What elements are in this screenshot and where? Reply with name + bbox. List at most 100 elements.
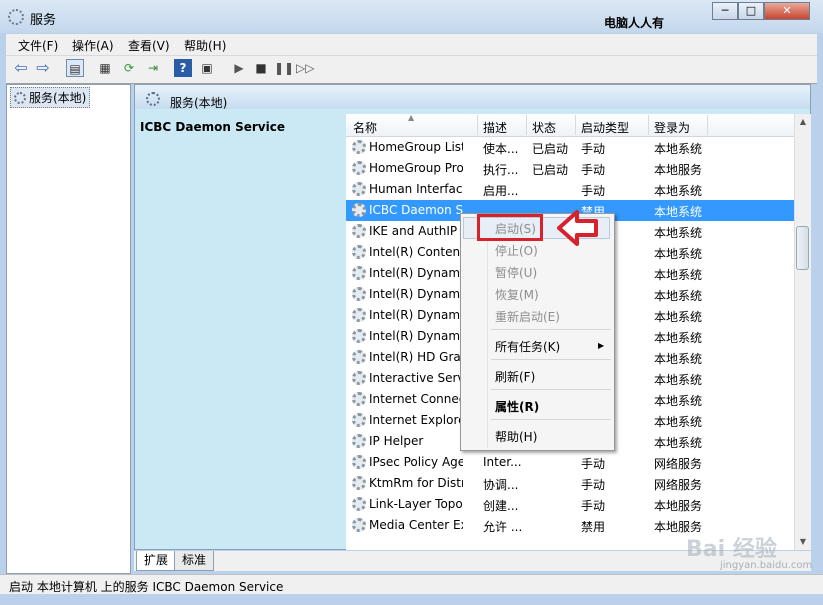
annotation-highlight-box — [477, 214, 543, 241]
cell-logon-as: 本地服务 — [654, 499, 703, 513]
cell-startup-type: 手动 — [581, 457, 606, 471]
menu-item-pause[interactable]: 暂停(U) — [495, 264, 537, 281]
service-gear-icon — [352, 245, 366, 259]
cell-name: Intel(R) Dynamic — [369, 287, 463, 301]
cell-logon-as: 本地系统 — [654, 142, 703, 156]
pause-icon[interactable]: ❚❚ — [274, 59, 294, 77]
menu-action[interactable]: 操作(A) — [72, 37, 114, 54]
cell-name: Link-Layer Topol... — [369, 497, 463, 511]
service-gear-icon — [352, 392, 366, 406]
window-bottom-border — [0, 594, 823, 605]
export-list-icon[interactable]: ⇥ — [144, 59, 162, 77]
cell-logon-as: 本地系统 — [654, 289, 703, 303]
cell-startup-type: 手动 — [581, 142, 606, 156]
cell-name: Internet Connec — [369, 392, 463, 406]
close-button[interactable]: ✕ — [764, 2, 810, 20]
tab-extended[interactable]: 扩展 — [136, 551, 177, 571]
cell-description: 协调... — [483, 478, 519, 492]
cell-name: HomeGroup List... — [369, 140, 463, 154]
refresh-icon[interactable]: ⟳ — [120, 59, 138, 77]
tab-standard[interactable]: 标准 — [174, 551, 215, 571]
service-gear-icon — [352, 350, 366, 364]
stop-icon[interactable]: ■ — [252, 59, 270, 77]
services-gear-icon — [8, 9, 24, 25]
menu-item-stop[interactable]: 停止(O) — [495, 242, 538, 259]
cell-status: 已启动 — [532, 142, 569, 156]
cell-logon-as: 本地系统 — [654, 331, 703, 345]
column-header-description[interactable]: 描述 — [483, 119, 507, 136]
menu-file[interactable]: 文件(F) — [18, 37, 58, 54]
restart-icon[interactable]: ▷▷ — [296, 59, 314, 77]
service-gear-icon — [352, 329, 366, 343]
column-divider[interactable] — [575, 115, 576, 135]
service-gear-icon — [352, 161, 366, 175]
results-header-title: 服务(本地) — [170, 96, 228, 110]
menu-separator — [491, 329, 611, 330]
service-gear-icon — [352, 497, 366, 511]
status-bar: 启动 本地计算机 上的服务 ICBC Daemon Service — [0, 574, 823, 595]
back-arrow-icon[interactable]: ⇦ — [12, 59, 30, 77]
help-icon[interactable]: ? — [174, 59, 192, 77]
tree-node-services-local[interactable]: 服务(本地) — [10, 87, 91, 108]
vertical-scrollbar[interactable]: ▲ ▼ — [794, 114, 811, 550]
column-header-startup-type[interactable]: 启动类型 — [581, 119, 629, 136]
scroll-up-icon[interactable]: ▲ — [795, 114, 811, 130]
cell-logon-as: 本地系统 — [654, 394, 703, 408]
menu-separator — [491, 419, 611, 420]
forward-arrow-icon[interactable]: ⇨ — [34, 59, 52, 77]
scrollbar-thumb[interactable] — [796, 226, 809, 270]
cell-name: Intel(R) Dynamic — [369, 266, 463, 280]
menu-item-restart[interactable]: 重新启动(E) — [495, 308, 560, 325]
table-row[interactable]: Human Interface... 启用... 手动 本地系统 — [346, 179, 794, 200]
properties-sheet-icon[interactable]: ▦ — [96, 59, 114, 77]
service-gear-icon — [352, 455, 366, 469]
maximize-button[interactable]: □ — [738, 2, 764, 20]
menu-item-resume[interactable]: 恢复(M) — [495, 286, 539, 303]
column-divider[interactable] — [477, 115, 478, 135]
table-row[interactable]: IPsec Policy Agent Inter... 手动 网络服务 — [346, 452, 794, 473]
console-tree-icon[interactable]: ▤ — [66, 59, 84, 77]
cell-name: Internet Explore — [369, 413, 463, 427]
services-gear-icon — [14, 92, 26, 104]
menu-separator — [491, 359, 611, 360]
cell-startup-type: 手动 — [581, 499, 606, 513]
cell-logon-as: 本地服务 — [654, 163, 703, 177]
cell-name: Intel(R) HD Grap — [369, 350, 463, 364]
context-menu: 启动(S) 停止(O) 暂停(U) 恢复(M) 重新启动(E) 所有任务(K) … — [460, 213, 615, 451]
table-row[interactable]: HomeGroup Pro... 执行... 已启动手动 本地服务 — [346, 158, 794, 179]
column-header-name[interactable]: 名称 — [353, 119, 377, 136]
selected-service-title: ICBC Daemon Service — [140, 120, 285, 134]
menu-item-refresh[interactable]: 刷新(F) — [495, 368, 535, 385]
column-divider[interactable] — [648, 115, 649, 135]
watermark-top: 电脑人人有 — [604, 16, 665, 30]
column-divider[interactable] — [707, 115, 708, 135]
scroll-down-icon[interactable]: ▼ — [795, 534, 811, 550]
cell-startup-type: 手动 — [581, 184, 606, 198]
menu-help[interactable]: 帮助(H) — [184, 37, 226, 54]
sort-ascending-icon: ▲ — [408, 113, 415, 122]
service-gear-icon — [352, 287, 366, 301]
menu-view[interactable]: 查看(V) — [128, 37, 170, 54]
cell-logon-as: 本地系统 — [654, 226, 703, 240]
play-icon[interactable]: ▶ — [230, 59, 248, 77]
cell-name: Human Interface... — [369, 182, 463, 196]
table-row[interactable]: Link-Layer Topol... 创建... 手动 本地服务 — [346, 494, 794, 515]
menu-item-all-tasks[interactable]: 所有任务(K) — [495, 338, 560, 355]
column-header-logon-as[interactable]: 登录为 — [654, 119, 690, 136]
table-row[interactable]: HomeGroup List... 使本... 已启动手动 本地系统 — [346, 137, 794, 158]
table-row[interactable]: KtmRm for Distri... 协调... 手动 网络服务 — [346, 473, 794, 494]
baidu-watermark-logo: Bai 经验 — [686, 537, 777, 562]
cell-name: ICBC Daemon S — [369, 203, 463, 217]
menu-item-help[interactable]: 帮助(H) — [495, 428, 537, 445]
console-icon[interactable]: ▣ — [198, 59, 216, 77]
column-divider[interactable] — [526, 115, 527, 135]
cell-startup-type: 手动 — [581, 478, 606, 492]
minimize-button[interactable]: ─ — [712, 2, 738, 20]
service-gear-icon — [352, 413, 366, 427]
menu-item-properties[interactable]: 属性(R) — [495, 398, 539, 415]
cell-logon-as: 本地系统 — [654, 373, 703, 387]
cell-name: IP Helper — [369, 434, 424, 448]
column-header-status[interactable]: 状态 — [532, 119, 556, 136]
results-header — [135, 85, 810, 109]
cell-name: IPsec Policy Agent — [369, 455, 463, 469]
